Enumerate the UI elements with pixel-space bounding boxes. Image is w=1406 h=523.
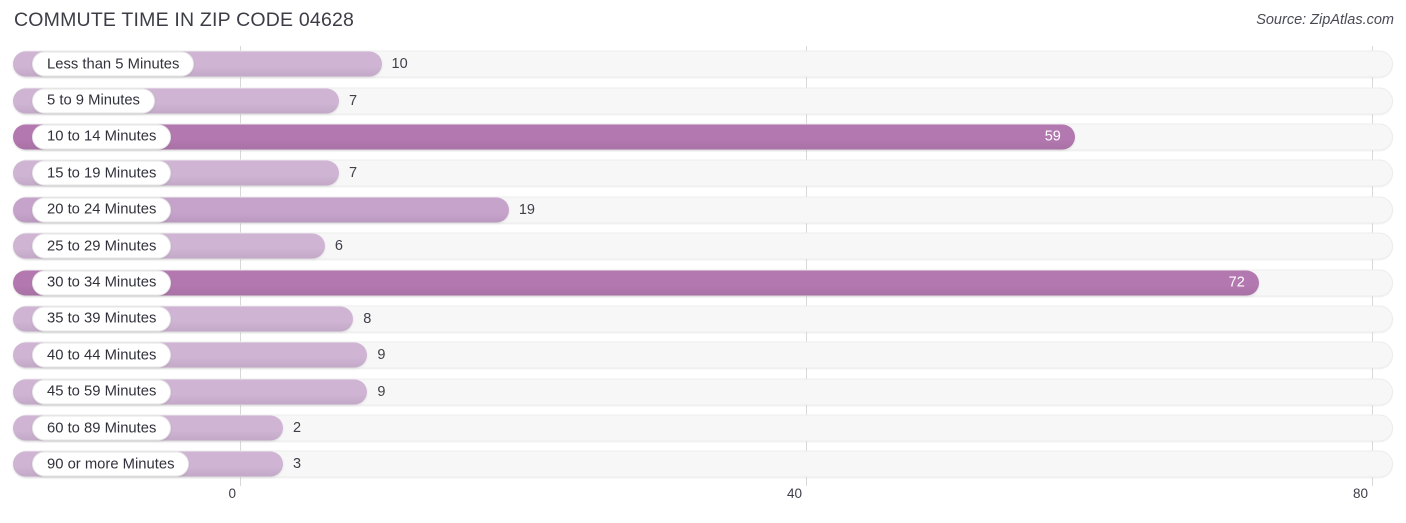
bar-rows: 10 Less than 5 Minutes 7 5 to 9 Minutes 59 10…: [0, 46, 1406, 483]
bar-category-label: 20 to 24 Minutes: [32, 197, 172, 223]
bar-value-label: 2: [293, 420, 302, 437]
bar-value-label: 19: [518, 201, 535, 218]
chart-plot-area: 10 Less than 5 Minutes 7 5 to 9 Minutes 59 10…: [0, 46, 1406, 486]
bar-category-label: 30 to 34 Minutes: [32, 270, 172, 296]
bar-value-label: 8: [363, 310, 372, 327]
bar-value-label: 7: [349, 165, 358, 182]
bar-category-label: 5 to 9 Minutes: [32, 88, 155, 114]
bar-value-label: 10: [391, 56, 408, 73]
bar-row: 7 15 to 19 Minutes: [0, 155, 1406, 191]
bar-value-label: 9: [377, 347, 386, 364]
source-attribution: Source: ZipAtlas.com: [1256, 12, 1394, 28]
bar-category-label: 45 to 59 Minutes: [32, 379, 172, 405]
bar-category-label: 25 to 29 Minutes: [32, 233, 172, 259]
bar-row: 9 45 to 59 Minutes: [0, 374, 1406, 410]
x-axis: 0 40 80: [0, 486, 1406, 523]
bar[interactable]: 72: [13, 270, 1259, 296]
bar-category-label: 10 to 14 Minutes: [32, 124, 172, 150]
bar-value-label: 7: [349, 92, 358, 109]
page-title: COMMUTE TIME IN ZIP CODE 04628: [14, 9, 355, 31]
bar-category-label: 15 to 19 Minutes: [32, 160, 172, 186]
bar[interactable]: 59: [13, 124, 1075, 150]
bar-row: 2 60 to 89 Minutes: [0, 410, 1406, 446]
bar-category-label: 90 or more Minutes: [32, 451, 190, 477]
bar-row: 59 10 to 14 Minutes: [0, 119, 1406, 155]
bar-row: 9 40 to 44 Minutes: [0, 337, 1406, 373]
bar-category-label: Less than 5 Minutes: [32, 51, 195, 77]
bar-row: 3 90 or more Minutes: [0, 446, 1406, 482]
bar-value-label: 9: [377, 383, 386, 400]
bar-value-label: 6: [334, 238, 343, 255]
bar-row: 72 30 to 34 Minutes: [0, 264, 1406, 300]
axis-tick-label: 0: [228, 486, 236, 501]
bar-value-label: 3: [293, 456, 302, 473]
bar-value-label: 72: [1228, 274, 1245, 291]
bar-category-label: 40 to 44 Minutes: [32, 342, 172, 368]
axis-tick-label: 40: [786, 486, 802, 501]
chart-header: COMMUTE TIME IN ZIP CODE 04628 Source: Z…: [0, 0, 1406, 46]
bar-category-label: 60 to 89 Minutes: [32, 415, 172, 441]
bar-row: 6 25 to 29 Minutes: [0, 228, 1406, 264]
axis-tick-label: 80: [1352, 486, 1368, 501]
bar-row: 10 Less than 5 Minutes: [0, 46, 1406, 82]
bar-row: 7 5 to 9 Minutes: [0, 82, 1406, 118]
bar-category-label: 35 to 39 Minutes: [32, 306, 172, 332]
bar-row: 19 20 to 24 Minutes: [0, 192, 1406, 228]
bar-value-label: 59: [1044, 128, 1061, 145]
bar-row: 8 35 to 39 Minutes: [0, 301, 1406, 337]
